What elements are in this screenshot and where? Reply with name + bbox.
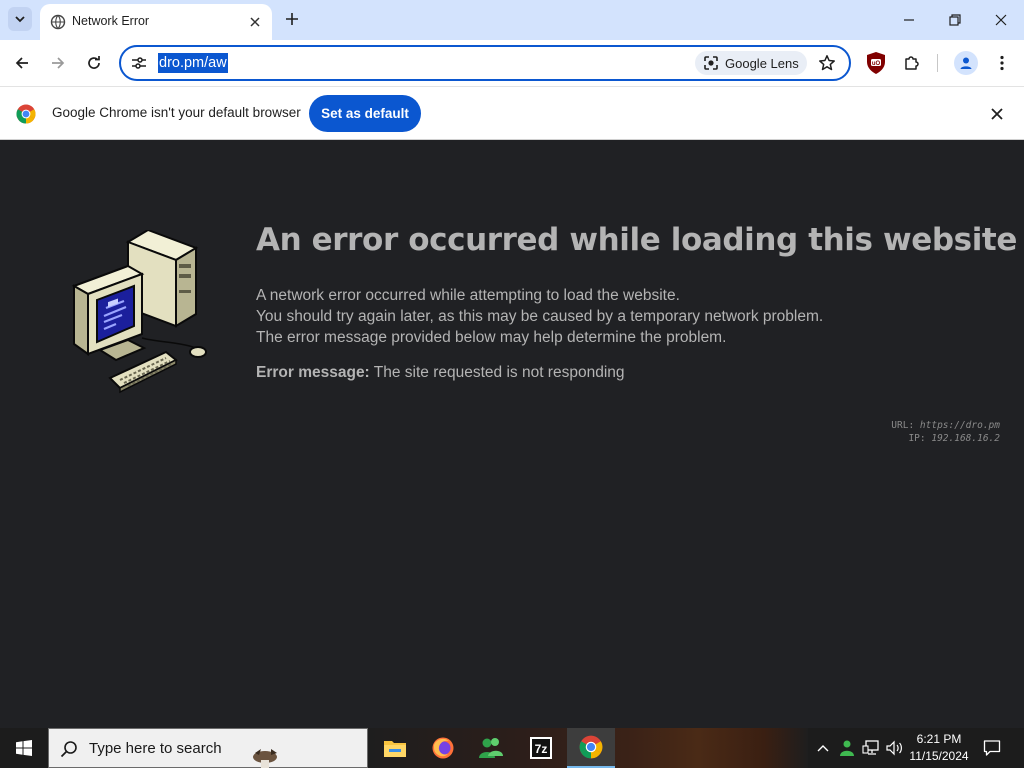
google-lens-label: Google Lens <box>725 55 799 71</box>
meta-ip-value: 192.168.16.2 <box>931 433 1000 444</box>
person-icon <box>960 57 972 69</box>
error-line: The error message provided below may hel… <box>256 329 727 346</box>
google-lens-icon <box>704 56 718 70</box>
url-text[interactable]: dro.pm/aw <box>158 53 228 73</box>
messenger-button[interactable] <box>467 728 515 768</box>
restore-button[interactable] <box>932 0 978 40</box>
clock-time: 6:21 PM <box>916 732 962 746</box>
network-tray-button[interactable] <box>860 728 882 768</box>
meta-url-value: https://dro.pm <box>919 420 1000 431</box>
network-icon <box>862 740 879 755</box>
restore-icon <box>949 14 961 26</box>
search-placeholder: Type here to search <box>89 740 222 757</box>
reload-button[interactable] <box>80 49 108 77</box>
svg-text:7z: 7z <box>535 742 548 756</box>
volume-tray-button[interactable] <box>884 728 906 768</box>
chrome-icon <box>579 735 603 759</box>
clock-date: 11/15/2024 <box>909 749 969 763</box>
file-explorer-icon <box>384 741 406 757</box>
toolbar-separator <box>937 54 938 72</box>
minimize-icon <box>904 19 914 21</box>
new-tab-button[interactable] <box>281 8 303 30</box>
error-message-label: Error message: <box>256 364 370 381</box>
7zip-button[interactable]: 7z <box>517 728 565 768</box>
show-hidden-icons-button[interactable] <box>813 728 833 768</box>
taskbar-clock[interactable]: 6:21 PM 11/15/2024 <box>906 731 972 765</box>
forward-button[interactable] <box>44 49 72 77</box>
page-content: An error occurred while loading this web… <box>0 140 1024 728</box>
close-icon <box>250 17 260 27</box>
arrow-right-icon <box>52 57 65 69</box>
tab-search-button[interactable] <box>8 7 32 31</box>
globe-icon <box>50 14 66 30</box>
notification-icon <box>983 740 1001 756</box>
error-description: A network error occurred while attemptin… <box>256 285 823 348</box>
error-metadata: URL: https://dro.pm IP: 192.168.16.2 <box>891 419 1000 445</box>
volume-icon <box>886 740 902 756</box>
chevron-up-icon <box>817 745 829 752</box>
profile-button[interactable] <box>954 51 978 75</box>
meta-url-row: URL: https://dro.pm <box>891 419 1000 432</box>
chrome-logo-icon <box>16 104 36 124</box>
infobar-message: Google Chrome isn't your default browser <box>52 105 301 120</box>
browser-toolbar: dro.pm/aw Google Lens uO <box>0 40 1024 86</box>
file-explorer-button[interactable] <box>371 728 419 768</box>
more-vertical-icon <box>1000 55 1004 71</box>
search-highlight-icon <box>253 749 277 768</box>
chrome-menu-button[interactable] <box>990 51 1014 75</box>
taskbar-search-box[interactable]: Type here to search <box>48 728 368 768</box>
star-icon <box>819 55 835 71</box>
error-message-text: The site requested is not responding <box>373 364 625 381</box>
extensions-button[interactable] <box>900 51 924 75</box>
meta-url-label: URL: <box>891 420 915 431</box>
tab-close-button[interactable] <box>246 13 264 31</box>
set-as-default-button[interactable]: Set as default <box>309 95 421 132</box>
default-browser-infobar: Google Chrome isn't your default browser… <box>0 86 1024 140</box>
firefox-button[interactable] <box>419 728 467 768</box>
tab-title: Network Error <box>72 14 150 28</box>
back-button[interactable] <box>8 49 36 77</box>
chrome-taskbar-button[interactable] <box>567 728 615 768</box>
arrow-left-icon <box>15 57 28 69</box>
plus-icon <box>286 13 298 25</box>
retro-computer-illustration <box>71 230 207 394</box>
error-message: Error message: The site requested is not… <box>256 364 625 382</box>
windows-taskbar: Type here to search 7z 6:21 PM 11/15/202… <box>0 728 1024 768</box>
infobar-close-button[interactable] <box>986 103 1008 125</box>
chevron-down-icon <box>15 16 25 23</box>
close-icon <box>991 108 1003 120</box>
window-close-button[interactable] <box>978 0 1024 40</box>
search-icon <box>60 741 77 758</box>
puzzle-extensions-icon <box>905 56 919 70</box>
site-info-button[interactable] <box>129 53 149 73</box>
person-tray-icon <box>840 740 854 756</box>
close-icon <box>995 14 1007 26</box>
google-lens-chip[interactable]: Google Lens <box>695 51 807 75</box>
windows-logo-icon <box>16 740 32 756</box>
active-tab[interactable]: Network Error <box>40 4 272 40</box>
ublock-origin-icon[interactable]: uO <box>865 51 887 75</box>
error-line: A network error occurred while attemptin… <box>256 287 680 304</box>
svg-text:uO: uO <box>872 61 881 67</box>
meta-ip-label: IP: <box>908 433 926 444</box>
address-bar[interactable]: dro.pm/aw Google Lens <box>119 45 851 81</box>
messenger-icon <box>479 738 503 758</box>
bookmark-button[interactable] <box>815 51 839 75</box>
reload-icon <box>88 56 100 69</box>
people-tray-button[interactable] <box>836 728 858 768</box>
7zip-icon: 7z <box>530 737 552 759</box>
error-title: An error occurred while loading this web… <box>256 222 1017 258</box>
meta-ip-row: IP: 192.168.16.2 <box>891 432 1000 445</box>
minimize-button[interactable] <box>886 0 932 40</box>
error-line: You should try again later, as this may … <box>256 308 824 325</box>
tune-icon <box>132 57 146 69</box>
action-center-button[interactable] <box>980 736 1004 760</box>
start-button[interactable] <box>0 728 48 768</box>
tab-strip: Network Error <box>0 0 1024 40</box>
firefox-icon <box>432 737 454 759</box>
